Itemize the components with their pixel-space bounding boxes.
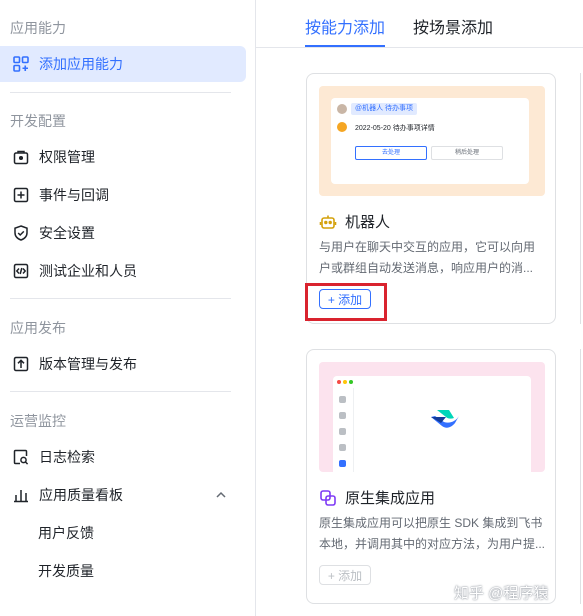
code-box-icon: [12, 262, 30, 280]
preview-app-window: [333, 376, 531, 472]
sidebar-item-log-search[interactable]: 日志检索: [0, 439, 246, 475]
main-panel: 按能力添加 按场景添加 @机器人 待办事项 2022-05-20 待办事项详情 …: [256, 0, 583, 616]
preview-later-button: 稍后处理: [431, 146, 503, 160]
lock-box-icon: [12, 148, 30, 166]
sidebar-item-add-capability[interactable]: 添加应用能力: [0, 46, 246, 82]
sidebar-item-label: 安全设置: [39, 225, 95, 241]
window-dot-icon: [337, 380, 341, 384]
section-title-dev-config: 开发配置: [10, 113, 66, 129]
robot-preview-image: @机器人 待办事项 2022-05-20 待办事项详情 去处理 稍后处理: [319, 86, 545, 196]
section-title-release: 应用发布: [10, 320, 66, 336]
sidebar-item-security[interactable]: 安全设置: [0, 215, 246, 251]
tab-by-capability[interactable]: 按能力添加: [305, 14, 385, 38]
preview-handle-button: 去处理: [355, 146, 427, 160]
robot-avatar: [337, 122, 347, 132]
native-app-preview-image: [319, 362, 545, 472]
feishu-logo-icon: [429, 408, 459, 437]
sidebar-item-versions[interactable]: 版本管理与发布: [0, 346, 246, 382]
sidebar-item-label: 版本管理与发布: [39, 356, 137, 372]
upload-box-icon: [12, 355, 30, 373]
highlight-box: [305, 283, 387, 321]
sidebar-item-label: 添加应用能力: [39, 56, 123, 72]
card-description: 与用户在聊天中交互的应用，它可以向用户或群组自动发送消息，响应用户的消...: [319, 240, 536, 275]
rail-icon: [339, 412, 346, 419]
preview-chat-window: @机器人 待办事项 2022-05-20 待办事项详情 去处理 稍后处理: [331, 98, 529, 184]
section-title-capabilities: 应用能力: [10, 20, 66, 36]
section-title-operations: 运营监控: [10, 413, 66, 429]
sidebar-item-events[interactable]: 事件与回调: [0, 177, 246, 213]
window-dot-icon: [349, 380, 353, 384]
plus-square-icon: [12, 186, 30, 204]
sidebar-item-quality-board[interactable]: 应用质量看板: [0, 477, 246, 513]
chevron-up-icon[interactable]: [214, 488, 228, 502]
card-title-text: 机器人: [345, 214, 391, 231]
rail-icon: [339, 444, 346, 451]
sidebar-item-user-feedback[interactable]: 用户反馈: [0, 515, 246, 551]
avatar: [337, 104, 347, 114]
sidebar-item-test-enterprise[interactable]: 测试企业和人员: [0, 253, 246, 289]
window-dot-icon: [343, 380, 347, 384]
sidebar-item-label: 事件与回调: [39, 187, 109, 203]
sidebar-item-label: 应用质量看板: [39, 487, 123, 503]
rail-icon: [339, 460, 346, 467]
divider: [10, 92, 231, 93]
rail-icon: [339, 396, 346, 403]
sidebar-item-dev-quality[interactable]: 开发质量: [0, 553, 246, 589]
card-title-native-app: 原生集成应用: [319, 487, 435, 508]
sidebar-item-permissions[interactable]: 权限管理: [0, 139, 246, 175]
sidebar-item-label: 用户反馈: [38, 525, 94, 541]
tabs-divider: [256, 47, 583, 48]
native-app-icon: [319, 489, 337, 507]
card-title-text: 原生集成应用: [345, 490, 436, 507]
card-description: 原生集成应用可以把原生 SDK 集成到飞书本地，并调用其中的对应方法，为用户提.…: [319, 516, 546, 551]
divider: [10, 391, 231, 392]
preview-todo-line: 2022-05-20 待办事项详情: [355, 125, 435, 132]
sidebar-item-label: 日志检索: [39, 449, 95, 465]
sidebar-item-label: 开发质量: [38, 563, 94, 579]
robot-icon: [319, 213, 337, 231]
shield-check-icon: [12, 224, 30, 242]
card-title-robot: 机器人: [319, 211, 390, 232]
tab-by-scenario[interactable]: 按场景添加: [413, 14, 493, 38]
preview-mention-chip: @机器人 待办事项: [351, 103, 418, 115]
watermark: 知乎 @程序猿: [454, 585, 549, 602]
rail-icon: [339, 428, 346, 435]
sidebar-item-label: 权限管理: [39, 149, 95, 165]
log-search-icon: [12, 448, 30, 466]
sidebar: 应用能力 添加应用能力 开发配置 权限管理 事件与回调 安全设置 测试企业和人员…: [0, 0, 256, 616]
sidebar-item-label: 测试企业和人员: [39, 263, 137, 279]
add-native-app-button[interactable]: + 添加: [319, 565, 371, 585]
grid-plus-icon: [12, 55, 30, 73]
divider: [10, 298, 231, 299]
capability-card-native-app: 原生集成应用 原生集成应用可以把原生 SDK 集成到飞书本地，并调用其中的对应方…: [306, 349, 556, 604]
bar-chart-icon: [12, 486, 30, 504]
